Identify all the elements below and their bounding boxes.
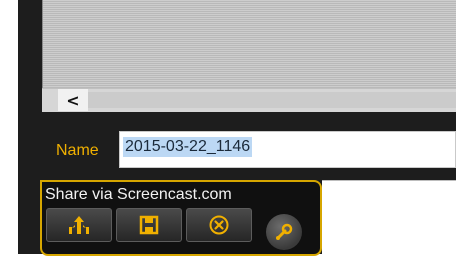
capture-editor: < Name 2015-03-22_1146 Share via Screenc… xyxy=(0,0,456,259)
capture-preview-image xyxy=(42,0,456,88)
wrench-settings-icon xyxy=(276,223,293,240)
cancel-circle-x-icon xyxy=(209,215,229,235)
scrollbar-thumb[interactable] xyxy=(88,92,456,108)
horizontal-scrollbar[interactable] xyxy=(42,88,456,112)
empty-area xyxy=(322,180,456,259)
name-label: Name xyxy=(56,142,99,159)
upload-share-icon xyxy=(69,216,89,234)
settings-button[interactable] xyxy=(266,214,302,250)
name-field-value[interactable]: 2015-03-22_1146 xyxy=(123,137,253,157)
share-upload-button[interactable] xyxy=(46,208,112,242)
save-button[interactable] xyxy=(116,208,182,242)
save-disk-icon xyxy=(139,215,159,235)
cancel-button[interactable] xyxy=(186,208,252,242)
chevron-left-icon: < xyxy=(66,90,80,110)
share-label: Share via Screencast.com xyxy=(45,186,232,203)
scroll-left-button[interactable]: < xyxy=(58,89,88,111)
